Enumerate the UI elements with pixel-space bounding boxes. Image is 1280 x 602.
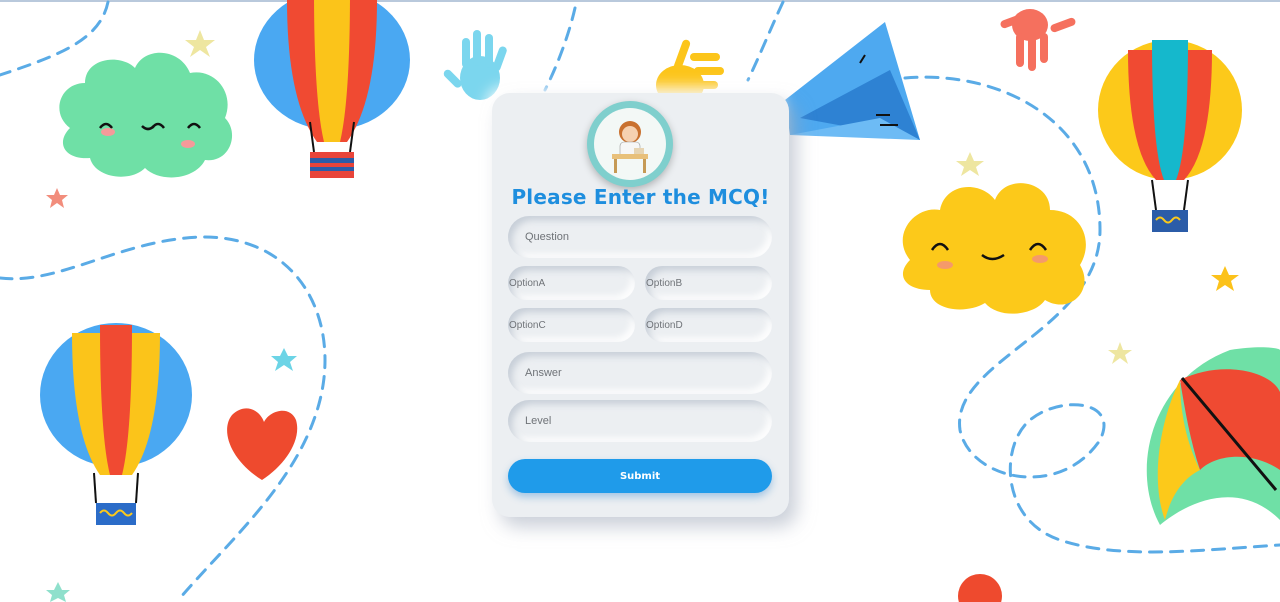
option-d-input[interactable] — [645, 308, 772, 342]
hot-air-balloon — [1098, 40, 1242, 232]
star — [46, 188, 68, 208]
heart — [227, 408, 298, 480]
level-input[interactable] — [508, 400, 772, 442]
hand-blue — [443, 30, 507, 100]
star — [1211, 266, 1239, 291]
decoration-circle — [958, 574, 1002, 602]
dashed-path — [0, 0, 110, 77]
star — [271, 348, 297, 371]
student-illustration-icon — [612, 121, 648, 173]
hand-red — [1000, 9, 1076, 71]
umbrella — [1146, 347, 1280, 525]
option-a-input[interactable] — [508, 266, 635, 300]
dashed-path — [746, 0, 785, 82]
paper-plane — [785, 22, 920, 140]
dashed-path — [543, 6, 577, 92]
cloud-yellow — [902, 183, 1086, 314]
star — [46, 582, 70, 602]
mcq-form-card: Please Enter the MCQ! Submit — [492, 93, 789, 517]
question-input[interactable] — [508, 216, 772, 258]
hot-air-balloon — [254, 0, 410, 178]
submit-button[interactable]: Submit — [508, 459, 772, 493]
option-c-input[interactable] — [508, 308, 635, 342]
option-b-input[interactable] — [645, 266, 772, 300]
answer-input[interactable] — [508, 352, 772, 394]
page-title: Please Enter the MCQ! — [511, 185, 770, 209]
avatar — [587, 101, 673, 187]
hot-air-balloon — [40, 323, 192, 525]
cloud-green — [59, 52, 233, 178]
